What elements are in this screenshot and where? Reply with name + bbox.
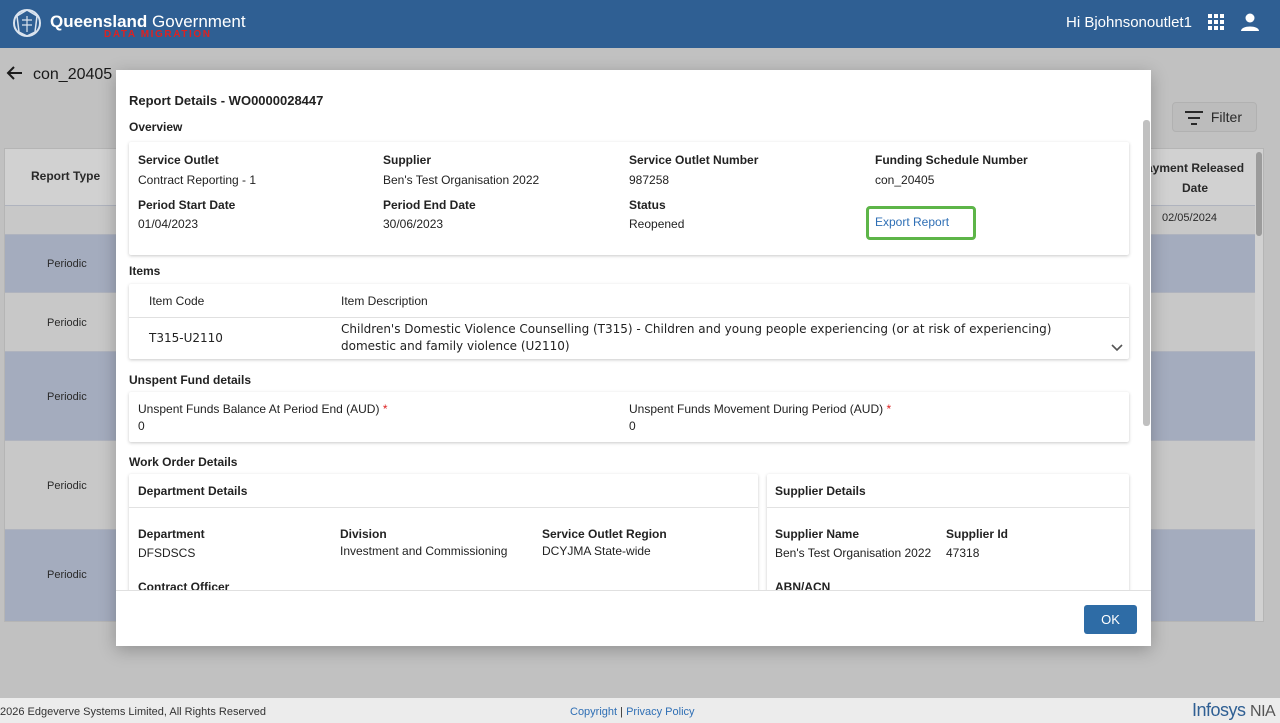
user-greeting: Hi Bjohnsonoutlet1 [1066,14,1192,31]
dialog-body: Overview Service Outlet Contract Reporti… [116,116,1151,590]
period-end-date-label: Period End Date [383,198,476,212]
department-details-heading: Department Details [138,484,248,498]
infosys-nia-logo: Infosys NIA [1192,700,1276,720]
unspent-balance-value: 0 [138,419,145,433]
unspent-movement-label: Unspent Funds Movement During Period (AU… [629,402,892,416]
period-start-date-label: Period Start Date [138,198,236,212]
supplier-value: Ben's Test Organisation 2022 [383,173,540,187]
queensland-crest-logo [13,9,41,37]
item-code-header: Item Code [149,294,205,308]
service-outlet-label: Service Outlet [138,153,219,167]
period-start-date-value: 01/04/2023 [138,217,199,231]
unspent-balance-label: Unspent Funds Balance At Period End (AUD… [138,402,388,416]
funding-schedule-number-value: con_20405 [875,173,935,187]
dialog-footer-divider [116,590,1151,591]
dialog-title: Report Details - WO0000028447 [129,93,324,108]
supplier-details-card: Supplier Details Supplier Name Ben's Tes… [767,474,1129,590]
overview-card: Service Outlet Contract Reporting - 1 Su… [129,142,1129,255]
service-outlet-number-label: Service Outlet Number [629,153,759,167]
status-label: Status [629,198,666,212]
supplier-name-label: Supplier Name [775,527,860,541]
divider [767,507,1129,508]
privacy-policy-link[interactable]: Privacy Policy [626,706,694,718]
funding-schedule-number-label: Funding Schedule Number [875,153,1028,167]
divider [129,507,758,508]
service-outlet-region-label: Service Outlet Region [542,527,667,541]
supplier-id-value: 47318 [946,546,980,560]
unspent-fund-card: Unspent Funds Balance At Period End (AUD… [129,392,1129,442]
report-details-dialog: Report Details - WO0000028447 Overview S… [116,70,1151,646]
ok-button[interactable]: OK [1084,605,1137,634]
status-value: Reopened [629,217,685,231]
apps-grid-icon[interactable] [1208,14,1224,30]
top-bar: Queensland Government DATA MIGRATION Hi … [0,0,1280,48]
item-description-line2: domestic and family violence (U2110) [341,339,570,353]
item-description-line1: Children's Domestic Violence Counselling… [341,322,1052,336]
required-marker: * [382,402,388,416]
service-outlet-region-value: DCYJMA State-wide [542,544,651,558]
work-order-heading: Work Order Details [129,455,238,469]
service-outlet-value: Contract Reporting - 1 [138,173,257,187]
user-account-icon[interactable] [1240,12,1260,32]
items-table: Item Code Item Description T315-U2110 Ch… [129,284,1129,359]
period-end-date-value: 30/06/2023 [383,217,444,231]
dialog-scrollbar[interactable] [1143,120,1150,426]
unspent-fund-heading: Unspent Fund details [129,373,252,387]
supplier-id-label: Supplier Id [946,527,1009,541]
division-label: Division [340,527,387,541]
division-value: Investment and Commissioning [340,544,508,558]
export-report-link[interactable]: Export Report [875,215,949,229]
chevron-down-icon[interactable] [1111,344,1123,352]
department-value: DFSDSCS [138,546,196,560]
abn-acn-label: ABN/ACN [775,580,831,590]
item-description-header: Item Description [341,294,428,308]
required-marker: * [886,402,892,416]
supplier-label: Supplier [383,153,432,167]
item-code: T315-U2110 [149,331,223,345]
items-heading: Items [129,264,161,278]
overview-heading: Overview [129,120,183,134]
copyright-link[interactable]: Copyright [570,706,617,718]
supplier-details-heading: Supplier Details [775,484,866,498]
footer-separator: | [620,706,623,718]
unspent-movement-value: 0 [629,419,636,433]
department-label: Department [138,527,205,541]
footer-copyright-text: 2026 Edgeverve Systems Limited, All Righ… [0,706,266,718]
supplier-name-value: Ben's Test Organisation 2022 [775,546,932,560]
department-details-card: Department Details Department DFSDSCS Di… [129,474,758,590]
items-header-row: Item Code Item Description [129,284,1129,318]
contract-officer-label: Contract Officer [138,580,230,590]
footer-links: Copyright | Privacy Policy [570,706,695,718]
service-outlet-number-value: 987258 [629,173,670,187]
brand-subtitle: DATA MIGRATION [104,29,212,40]
